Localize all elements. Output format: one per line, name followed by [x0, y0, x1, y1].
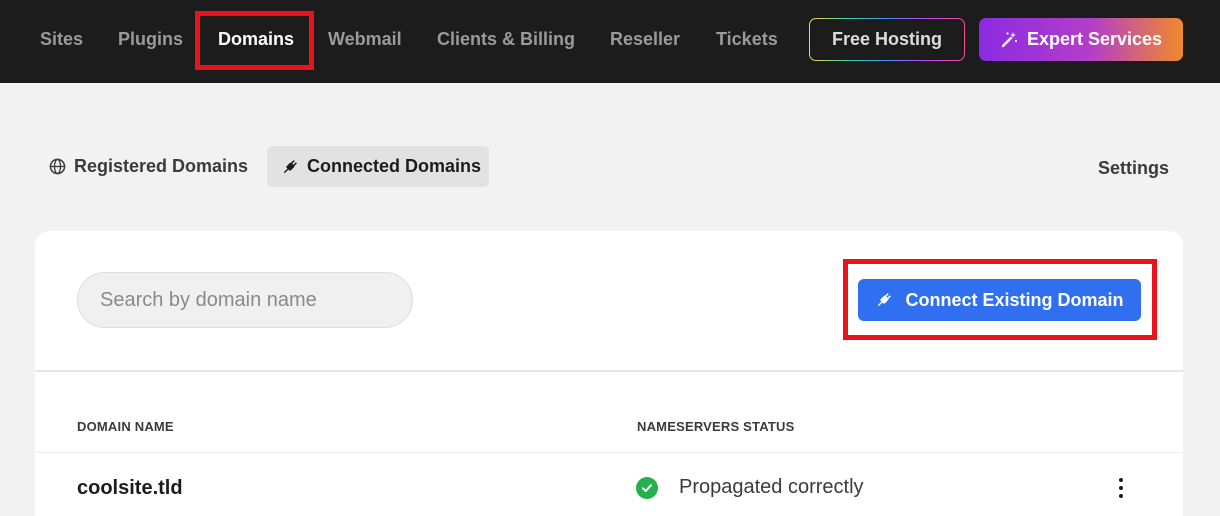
plug-icon — [283, 159, 297, 173]
row-actions-menu-icon[interactable] — [1111, 476, 1131, 500]
tab-registered-domains[interactable]: Registered Domains — [49, 146, 248, 187]
nav-item-webmail[interactable]: Webmail — [328, 28, 402, 50]
free-hosting-label: Free Hosting — [831, 29, 942, 49]
connect-existing-domain-label: Connect Existing Domain — [905, 289, 1124, 310]
nav-item-tickets[interactable]: Tickets — [716, 28, 778, 50]
nav-item-plugins[interactable]: Plugins — [118, 28, 183, 50]
settings-link[interactable]: Settings — [1098, 157, 1169, 179]
table-header-divider — [35, 452, 1183, 453]
nameservers-status-cell: Propagated correctly — [636, 476, 864, 499]
status-text: Propagated correctly — [679, 476, 864, 498]
card-divider — [35, 370, 1183, 372]
top-navigation-bar: Sites Plugins Domains Webmail Clients & … — [0, 0, 1220, 83]
tab-connected-domains[interactable]: Connected Domains — [267, 146, 489, 187]
column-header-domain-name: DOMAIN NAME — [77, 419, 174, 434]
nav-item-reseller[interactable]: Reseller — [610, 28, 680, 50]
nav-item-clients-billing[interactable]: Clients & Billing — [437, 28, 575, 50]
nav-item-sites[interactable]: Sites — [40, 28, 83, 50]
tab-registered-domains-label: Registered Domains — [74, 156, 249, 176]
domain-name-cell[interactable]: coolsite.tld — [77, 477, 183, 500]
free-hosting-button[interactable]: Free Hosting — [809, 18, 965, 61]
plug-icon — [878, 293, 892, 307]
magic-wand-icon — [1001, 31, 1018, 47]
expert-services-button[interactable]: Expert Services — [979, 18, 1183, 61]
search-input[interactable] — [77, 272, 413, 328]
expert-services-label: Expert Services — [1026, 29, 1163, 49]
tab-connected-domains-label: Connected Domains — [307, 156, 482, 176]
check-circle-icon — [636, 476, 658, 499]
column-header-nameservers-status: NAMESERVERS STATUS — [637, 419, 795, 434]
globe-icon — [49, 158, 66, 175]
domains-highlight-box — [195, 11, 314, 70]
connect-existing-domain-button[interactable]: Connect Existing Domain — [858, 279, 1141, 321]
